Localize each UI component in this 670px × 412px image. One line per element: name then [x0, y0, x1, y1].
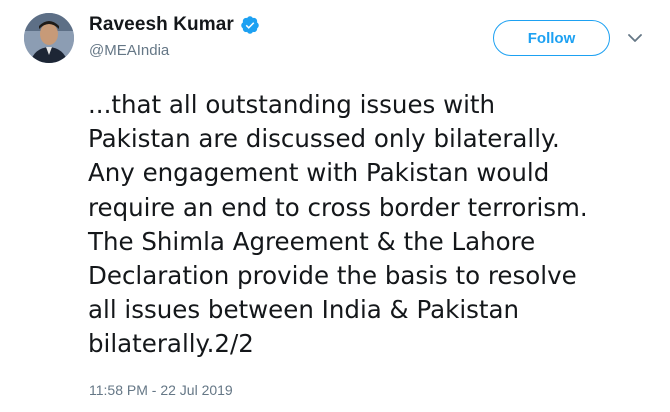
follow-button[interactable]: Follow [493, 20, 610, 56]
author-block: Raveesh Kumar @MEAIndia [89, 14, 260, 59]
verified-badge-icon [241, 16, 259, 34]
author-handle[interactable]: @MEAIndia [89, 42, 260, 59]
chevron-down-icon[interactable] [626, 29, 644, 47]
avatar[interactable] [24, 13, 74, 63]
author-name-row: Raveesh Kumar [89, 14, 260, 36]
tweet-text: ...that all outstanding issues with Paki… [88, 90, 588, 359]
author-display-name[interactable]: Raveesh Kumar [89, 14, 234, 36]
tweet-timestamp[interactable]: 11:58 PM - 22 Jul 2019 [89, 382, 233, 398]
profile-photo-icon [24, 13, 74, 63]
